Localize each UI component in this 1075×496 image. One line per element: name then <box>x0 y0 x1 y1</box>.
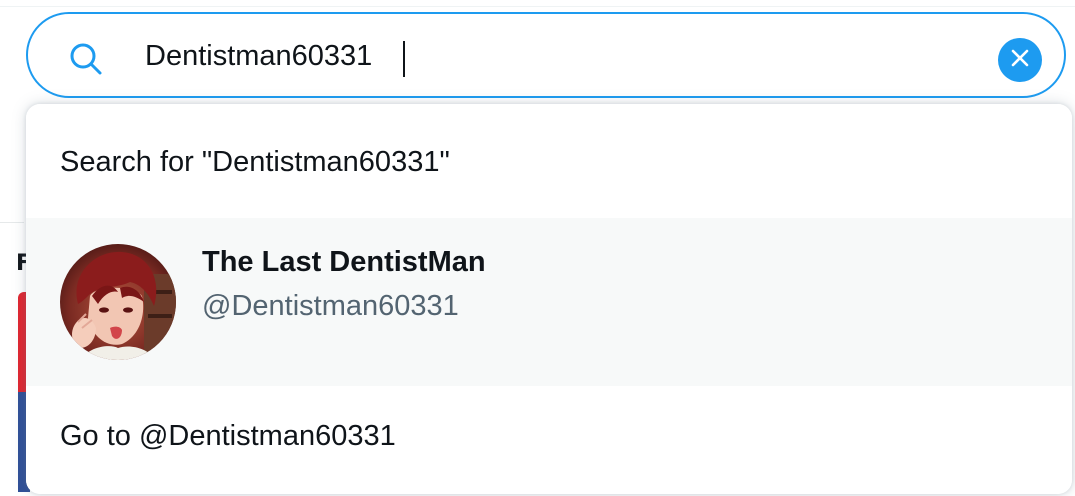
search-for-option[interactable]: Search for "Dentistman60331" <box>26 104 1072 218</box>
search-input[interactable] <box>145 32 965 80</box>
go-to-profile-option[interactable]: Go to @Dentistman60331 <box>26 386 1072 494</box>
go-to-label: Go to @Dentistman60331 <box>60 420 396 452</box>
page: F Search for "Dentistman60331" <box>0 0 1075 496</box>
search-suggestions-dropdown: Search for "Dentistman60331" The Last De… <box>26 104 1072 494</box>
search-for-label: Search for "Dentistman60331" <box>60 146 450 178</box>
background-divider <box>0 6 1075 7</box>
user-suggestion[interactable]: The Last DentistMan @Dentistman60331 <box>26 218 1072 386</box>
user-handle: @Dentistman60331 <box>202 290 459 322</box>
user-display-name: The Last DentistMan <box>202 246 486 278</box>
close-icon <box>1010 48 1030 72</box>
avatar <box>60 244 176 360</box>
clear-search-button[interactable] <box>998 38 1042 82</box>
search-icon <box>68 41 104 77</box>
text-caret <box>403 41 405 77</box>
search-box[interactable] <box>26 12 1066 98</box>
background-divider <box>0 222 24 223</box>
